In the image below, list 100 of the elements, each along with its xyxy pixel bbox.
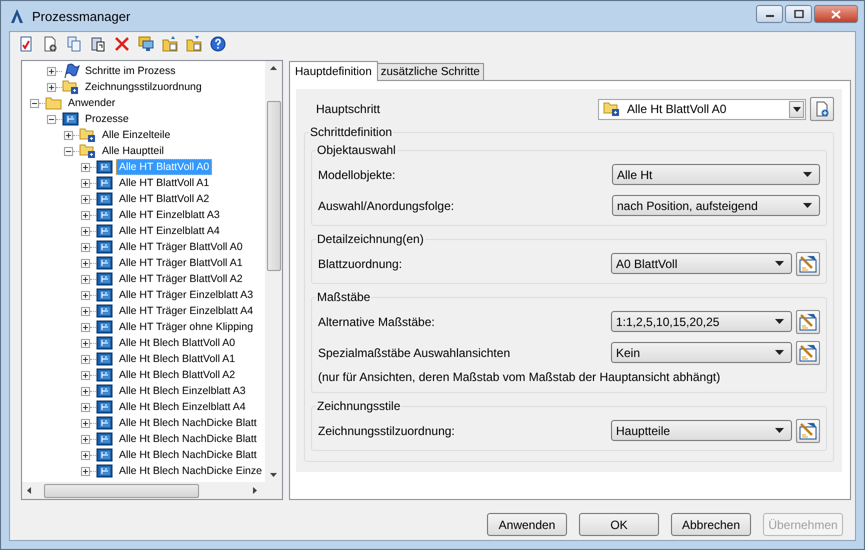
edit-button[interactable] — [796, 310, 820, 334]
collapse-icon[interactable] — [47, 114, 56, 124]
edit-button[interactable] — [796, 340, 820, 364]
expand-icon[interactable] — [81, 178, 90, 188]
expand-icon[interactable] — [47, 82, 56, 92]
tree-item[interactable]: Alle Ht Blech Einzelblatt A3 — [116, 383, 249, 399]
new-step-button[interactable] — [810, 97, 834, 121]
expand-icon[interactable] — [81, 258, 90, 268]
tree-item[interactable]: Alle Ht Blech NachDicke Einze — [116, 463, 265, 479]
tree-item[interactable]: Alle HT Träger BlattVoll A2 — [116, 271, 246, 287]
expand-icon[interactable] — [81, 226, 90, 236]
tree-item[interactable]: Alle Ht Blech BlattVoll A0 — [116, 335, 238, 351]
tree-item[interactable]: Alle Ht Blech NachDicke Blatt — [116, 431, 260, 447]
expand-icon[interactable] — [81, 306, 90, 316]
tree-item[interactable]: Anwender — [65, 95, 118, 111]
tree-item[interactable]: Alle Ht Blech BlattVoll A1 — [116, 351, 238, 367]
dropdown[interactable]: 1:1,2,5,10,15,20,25 — [611, 311, 792, 332]
expand-icon[interactable] — [81, 274, 90, 284]
folder-export-icon[interactable] — [160, 35, 180, 53]
hint-text: (nur für Ansichten, deren Maßstab vom Maßstab der Hauptansicht abhängt) — [318, 369, 722, 386]
tree-item[interactable]: Alle HT Träger Einzelblatt A3 — [116, 287, 256, 303]
tree-item[interactable]: Alle HT BlattVoll A2 — [116, 191, 212, 207]
expand-icon[interactable] — [81, 418, 90, 428]
caret-icon — [792, 106, 800, 112]
process-icon — [96, 447, 114, 463]
expand-icon[interactable] — [47, 66, 56, 76]
tree-item[interactable]: Alle HT Träger Einzelblatt A4 — [116, 303, 256, 319]
dropdown[interactable]: A0 BlattVoll — [611, 253, 792, 274]
tree-item[interactable]: Alle HT BlattVoll A1 — [116, 175, 212, 191]
close-icon — [831, 10, 841, 18]
field-label: Zeichnungsstilzuordnung: — [318, 424, 456, 438]
dropdown[interactable]: nach Position, aufsteigend — [612, 195, 820, 216]
tab[interactable]: zusätzliche Schritte — [376, 63, 484, 80]
process-icon — [96, 175, 114, 191]
tree-item[interactable]: Alle Einzelteile — [99, 127, 174, 143]
field-label: Spezialmaßstäbe Auswahlansichten — [318, 346, 512, 360]
edit-button[interactable] — [796, 418, 820, 442]
expand-icon[interactable] — [81, 450, 90, 460]
group-title: Maßstäbe — [316, 290, 372, 304]
tab[interactable]: Hauptdefinition — [289, 61, 378, 81]
process-icon — [96, 207, 114, 223]
horizontal-scrollbar[interactable] — [22, 482, 282, 499]
delete-icon[interactable] — [112, 35, 132, 53]
vertical-scrollbar[interactable] — [265, 61, 282, 482]
folder-document-icon — [603, 101, 621, 117]
tree-item[interactable]: Prozesse — [82, 111, 132, 127]
expand-icon[interactable] — [81, 162, 90, 172]
process-icon — [96, 271, 114, 287]
process-icon — [96, 431, 114, 447]
expand-icon[interactable] — [81, 290, 90, 300]
expand-icon[interactable] — [81, 386, 90, 396]
tree-item[interactable]: Alle HT Träger ohne Klipping — [116, 319, 256, 335]
field-label: Blattzuordnung: — [318, 256, 404, 270]
dropdown[interactable]: Alle Ht — [612, 164, 820, 185]
tree-item[interactable]: Alle HT Einzelblatt A4 — [116, 223, 223, 239]
collapse-icon[interactable] — [64, 146, 73, 156]
tree-item[interactable]: Alle Ht Blech BlattVoll A2 — [116, 367, 238, 383]
field-label: Auswahl/Anordungsfolge: — [318, 198, 456, 212]
tree-item[interactable]: Alle HT Träger BlattVoll A0 — [116, 239, 246, 255]
expand-icon[interactable] — [81, 402, 90, 412]
tree-item[interactable]: Alle HT Träger BlattVoll A1 — [116, 255, 246, 271]
tree-item[interactable]: Alle Ht Blech NachDicke Blatt — [116, 415, 260, 431]
expand-icon[interactable] — [64, 130, 73, 140]
dialog-button[interactable]: Anwenden — [487, 513, 567, 536]
tree-item[interactable]: Alle Hauptteil — [99, 143, 167, 159]
dropdown[interactable]: Kein — [611, 342, 792, 363]
help-icon[interactable] — [208, 35, 228, 53]
tree-item[interactable]: Alle Ht Blech Einzelblatt A4 — [116, 399, 249, 415]
tree-item[interactable]: Zeichnungsstilzuordnung — [82, 79, 205, 95]
folder-import-icon[interactable] — [184, 35, 204, 53]
minimize-button[interactable] — [756, 5, 783, 23]
dropdown[interactable]: Alle Ht BlattVoll A0 — [598, 98, 806, 120]
close-button[interactable] — [814, 5, 858, 23]
expand-icon[interactable] — [81, 242, 90, 252]
expand-icon[interactable] — [81, 210, 90, 220]
expand-icon[interactable] — [81, 322, 90, 332]
expand-icon[interactable] — [81, 354, 90, 364]
process-icon — [96, 463, 114, 479]
expand-icon[interactable] — [81, 466, 90, 476]
expand-icon[interactable] — [81, 194, 90, 204]
process-icon — [96, 351, 114, 367]
dialog-button[interactable]: OK — [579, 513, 659, 536]
process-icon — [96, 319, 114, 335]
process-icon — [96, 191, 114, 207]
collapse-icon[interactable] — [30, 98, 39, 108]
expand-icon[interactable] — [81, 370, 90, 380]
dialog-button[interactable]: Abbrechen — [671, 513, 751, 536]
pencil-document-icon — [798, 312, 818, 332]
pencil-document-icon — [798, 342, 818, 362]
folder-document-icon — [62, 79, 80, 95]
maximize-button[interactable] — [785, 5, 812, 23]
expand-icon[interactable] — [81, 434, 90, 444]
tree-item[interactable]: Alle Ht Blech NachDicke Blatt — [116, 447, 260, 463]
monitor-icon[interactable] — [136, 35, 156, 53]
expand-icon[interactable] — [81, 338, 90, 348]
dropdown[interactable]: Hauptteile — [611, 420, 792, 441]
edit-button[interactable] — [796, 252, 820, 276]
process-icon — [96, 287, 114, 303]
tree-item[interactable]: Alle HT Einzelblatt A3 — [116, 207, 223, 223]
tree-item[interactable]: Schritte im Prozess — [82, 63, 178, 79]
